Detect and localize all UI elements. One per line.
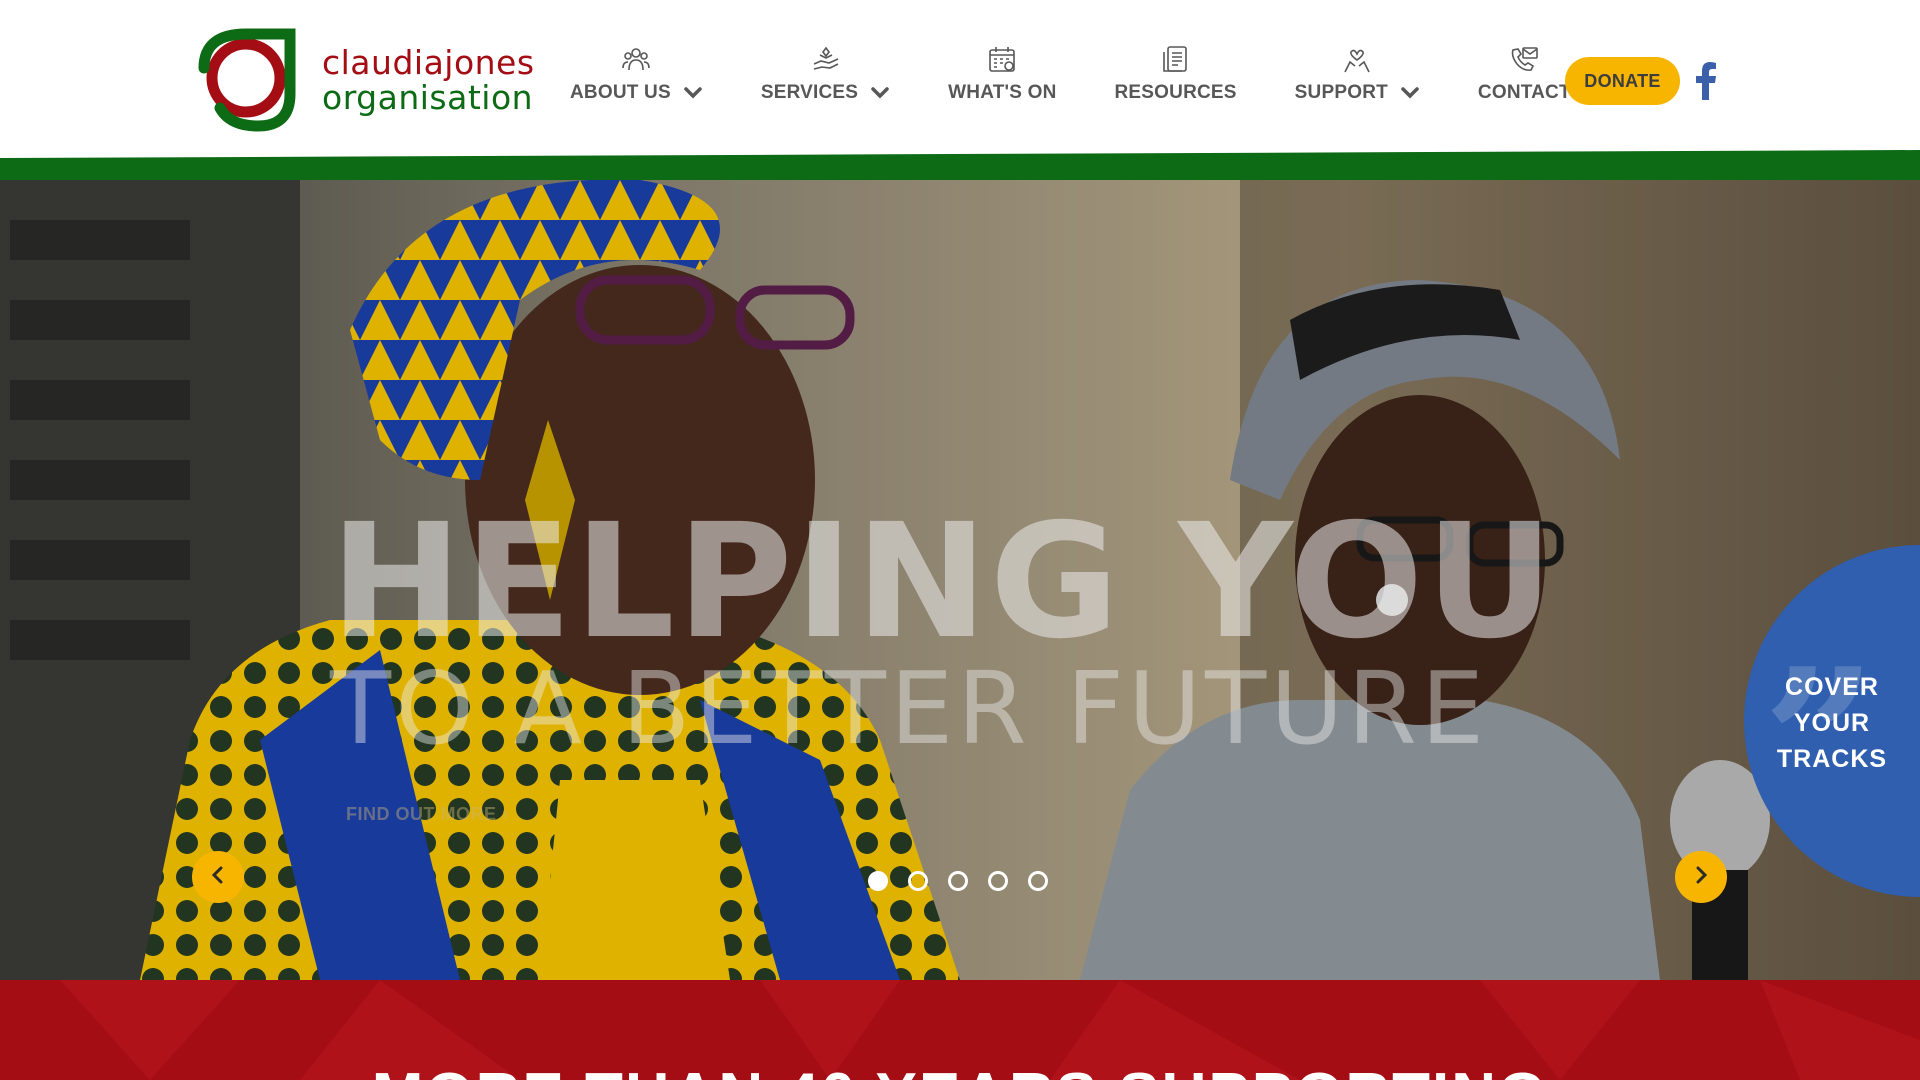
hero-subtitle: TO A BETTER FUTURE — [330, 650, 1489, 767]
cta-label: FIND OUT MORE — [346, 804, 497, 824]
nav-label: CONTACT — [1477, 82, 1571, 103]
nav-item-about-us[interactable]: ABOUT US — [570, 44, 703, 104]
nav-label: RESOURCES — [1114, 82, 1237, 103]
band-heading: MORE THAN 40 YEARS SUPPORTING — [0, 1060, 1920, 1080]
hands-heart-icon — [1342, 44, 1372, 74]
hero-title: HELPING YOU — [330, 490, 1556, 674]
nav-label: ABOUT US — [570, 82, 671, 103]
chevron-right-icon: › — [502, 804, 509, 824]
nav-item-whats-on[interactable]: WHAT'S ON — [948, 44, 1056, 104]
slider-dot-1[interactable] — [868, 871, 888, 891]
find-out-more-link[interactable]: FIND OUT MORE › — [346, 804, 509, 825]
helping-hands-icon — [811, 44, 841, 74]
chevron-down-icon[interactable] — [870, 86, 890, 100]
cjo-logo-mark — [198, 28, 304, 134]
slider-dot-5[interactable] — [1028, 871, 1048, 891]
nav-label: SUPPORT — [1294, 82, 1388, 103]
donate-button[interactable]: DONATE — [1565, 57, 1680, 105]
nav-item-support[interactable]: SUPPORT — [1295, 44, 1420, 104]
slider-dot-3[interactable] — [948, 871, 968, 891]
slider-next-button[interactable] — [1675, 851, 1727, 903]
site-header: claudiajones organisation ABOUT US SERVI… — [0, 0, 1920, 160]
nav-item-services[interactable]: SERVICES — [761, 44, 890, 104]
people-icon — [621, 44, 651, 74]
nav-item-contact[interactable]: CONTACT — [1478, 44, 1571, 104]
chevron-down-icon[interactable] — [683, 86, 703, 100]
cover-your-tracks-label: COVER YOUR TRACKS — [1776, 673, 1888, 773]
slider-prev-button[interactable] — [192, 851, 244, 903]
document-icon — [1161, 44, 1191, 74]
main-nav: ABOUT US SERVICES WHAT'S ON RESOURCES SU… — [570, 44, 1629, 124]
facebook-icon[interactable] — [1694, 62, 1718, 100]
slider-dot-4[interactable] — [988, 871, 1008, 891]
chevron-down-icon[interactable] — [1400, 86, 1420, 100]
nav-item-resources[interactable]: RESOURCES — [1115, 44, 1237, 104]
phone-mail-icon — [1509, 44, 1539, 74]
site-logo[interactable]: claudiajones organisation — [198, 28, 538, 134]
logo-line-2: organisation — [322, 78, 534, 117]
chevron-left-icon — [210, 866, 226, 889]
slider-pagination — [868, 871, 1068, 891]
hero-slider: HELPING YOU TO A BETTER FUTURE FIND OUT … — [0, 180, 1920, 980]
calendar-icon — [987, 44, 1017, 74]
chevron-right-icon — [1693, 866, 1709, 889]
logo-line-1: claudiajones — [322, 43, 535, 83]
nav-label: SERVICES — [760, 82, 859, 103]
slider-dot-2[interactable] — [908, 871, 928, 891]
nav-label: WHAT'S ON — [948, 82, 1057, 103]
intro-band: MORE THAN 40 YEARS SUPPORTING — [0, 980, 1920, 1080]
logo-wordmark: claudiajones organisation — [322, 46, 535, 115]
